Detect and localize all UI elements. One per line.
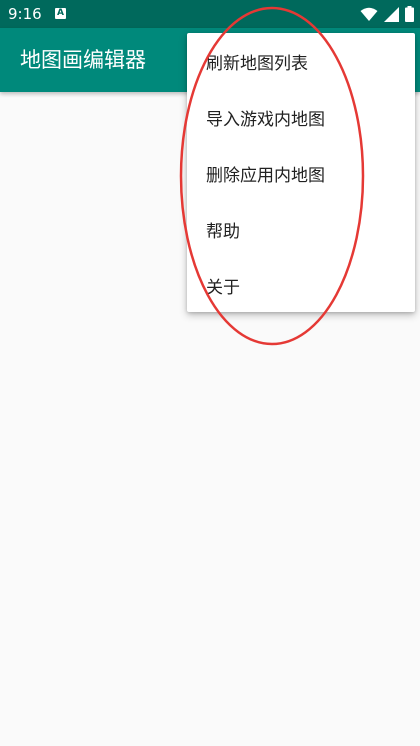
menu-item-about[interactable]: 关于 — [187, 257, 415, 313]
status-time: 9:16 — [8, 5, 42, 23]
menu-item-help[interactable]: 帮助 — [187, 201, 415, 257]
notification-icon: A — [55, 8, 66, 19]
menu-item-delete-app-map[interactable]: 删除应用内地图 — [187, 145, 415, 201]
menu-item-import-game-map[interactable]: 导入游戏内地图 — [187, 89, 415, 145]
overflow-menu: 刷新地图列表 导入游戏内地图 删除应用内地图 帮助 关于 — [187, 33, 415, 312]
status-bar: 9:16 A — [0, 0, 420, 28]
menu-item-refresh-map-list[interactable]: 刷新地图列表 — [187, 33, 415, 89]
signal-icon — [384, 6, 399, 22]
wifi-icon — [360, 7, 378, 21]
app-title: 地图画编辑器 — [20, 48, 146, 72]
status-icons — [360, 5, 414, 23]
battery-icon — [405, 6, 414, 22]
